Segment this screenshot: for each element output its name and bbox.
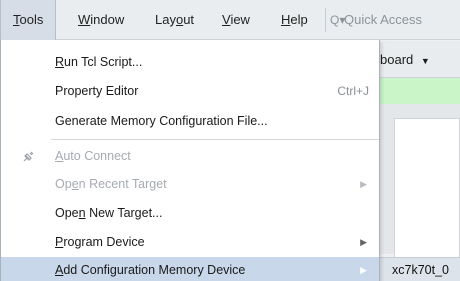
menu-help[interactable]: Help [281, 0, 308, 40]
menu-item-label: Add Configuration Memory Device [55, 263, 246, 277]
menu-layout-label-pre: Lay [155, 12, 176, 27]
menu-item-label: Generate Memory Configuration File... [55, 114, 268, 128]
menu-item-open-new-target[interactable]: Open New Target... [1, 200, 379, 227]
quick-access-placeholder: Quick Access [344, 12, 423, 27]
menu-item-shortcut: Ctrl+J [337, 84, 369, 98]
submenu-arrow-icon: ▶ [360, 179, 367, 189]
menu-tools[interactable]: Tools [0, 0, 56, 40]
menu-item-label: Program Device [55, 235, 145, 249]
menu-view[interactable]: View [222, 0, 250, 40]
menu-item-label: Auto Connect [55, 149, 131, 163]
quick-access-search[interactable]: Q▾ Quick Access [325, 8, 460, 32]
menu-item-program-device[interactable]: Program Device ▶ [1, 229, 379, 256]
dashboard-toolbar[interactable]: board ▼ [380, 41, 460, 78]
menu-view-label: iew [230, 12, 250, 27]
menu-item-add-config-memory-device[interactable]: Add Configuration Memory Device ▶ [1, 257, 379, 281]
menu-item-generate-memory-config[interactable]: Generate Memory Configuration File... [1, 108, 379, 135]
tools-menu: Run Tcl Script... Property Editor Ctrl+J… [0, 40, 380, 281]
menu-layout[interactable]: Layout [155, 0, 194, 40]
background-panel [380, 104, 460, 258]
menu-layout-label: ut [183, 12, 195, 27]
status-banner [380, 78, 460, 104]
menu-window[interactable]: Window [78, 0, 124, 40]
menu-item-run-tcl-script[interactable]: Run Tcl Script... [1, 49, 379, 76]
menu-tools-label: ools [19, 12, 44, 27]
plug-icon [23, 151, 34, 162]
menu-item-label: Open Recent Target [55, 177, 167, 191]
submenu-item-device[interactable]: xc7k70t_0 [380, 257, 460, 281]
chevron-down-icon: ▼ [420, 56, 430, 66]
menu-item-open-recent-target[interactable]: Open Recent Target ▶ [1, 171, 379, 198]
background-panel-content [394, 118, 460, 258]
menu-help-label: elp [290, 12, 308, 27]
menu-window-mnemonic: W [78, 12, 91, 27]
submenu-arrow-icon: ▶ [360, 265, 367, 275]
submenu-device-label: xc7k70t_0 [392, 263, 449, 277]
menu-help-mnemonic: H [281, 12, 291, 27]
menu-item-property-editor[interactable]: Property Editor Ctrl+J [1, 78, 379, 105]
menu-item-label: Property Editor [55, 84, 139, 98]
menu-bar: Tools Window Layout View Help Q▾ Quick A… [0, 0, 460, 40]
menu-separator [51, 139, 379, 140]
menu-item-label: Run Tcl Script... [55, 55, 143, 69]
menu-item-auto-connect[interactable]: Auto Connect [1, 143, 379, 170]
submenu-arrow-icon: ▶ [360, 237, 367, 247]
menu-item-label: Open New Target... [55, 206, 163, 220]
dashboard-label: board [380, 52, 414, 67]
search-icon: Q▾ [330, 13, 346, 27]
menu-window-label: indow [90, 12, 125, 27]
